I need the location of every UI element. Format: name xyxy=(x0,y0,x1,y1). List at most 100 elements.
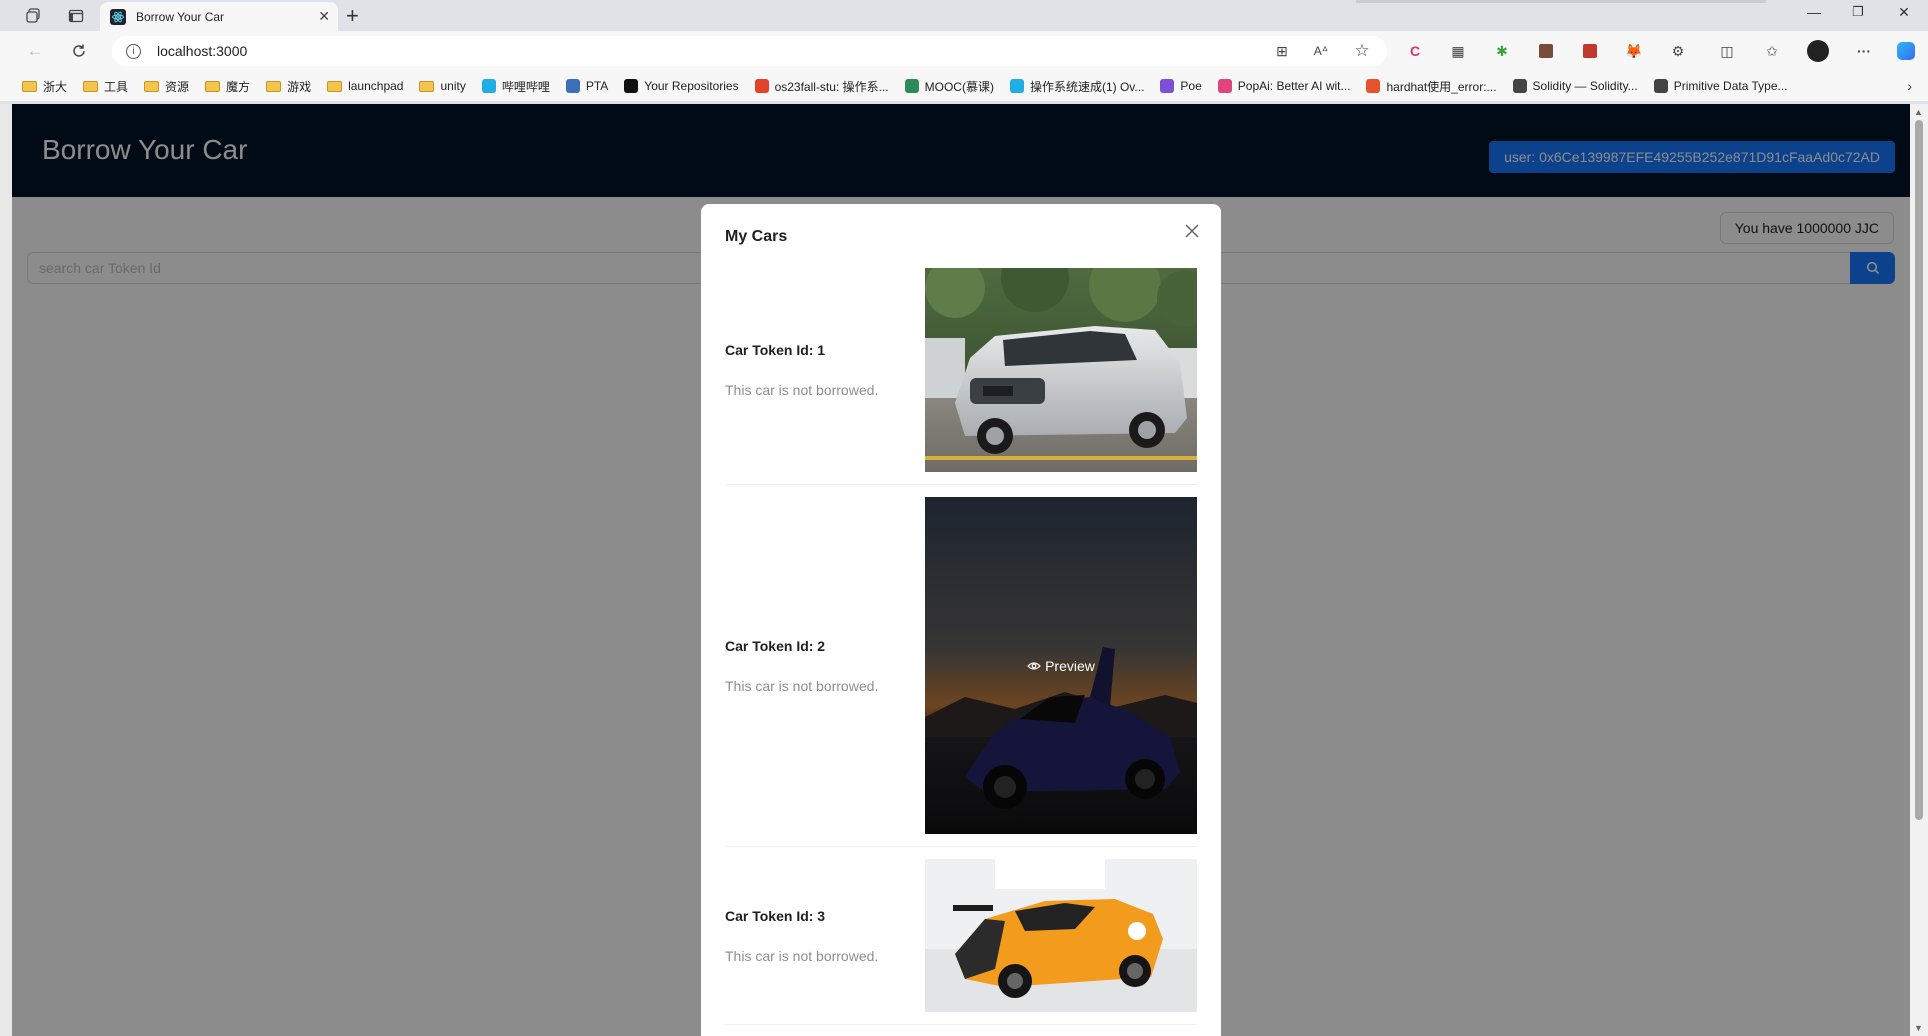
metamask-fox-icon[interactable]: 🦊 xyxy=(1622,39,1646,63)
site-favicon-icon xyxy=(481,79,496,93)
bookmark-item[interactable]: launchpad xyxy=(327,79,403,93)
bookmark-label: 魔方 xyxy=(226,79,251,94)
close-icon[interactable] xyxy=(1181,220,1203,242)
bookmark-item[interactable]: 魔方 xyxy=(205,78,250,95)
site-favicon-icon xyxy=(1160,79,1175,93)
tab-actions-icon[interactable] xyxy=(63,5,89,27)
red-extension-icon[interactable] xyxy=(1578,39,1602,63)
bookmark-label: PopAi: Better AI wit... xyxy=(1237,79,1351,93)
car-borrow-status: This car is not borrowed. xyxy=(725,947,879,964)
site-favicon-icon xyxy=(1653,79,1668,93)
bookmark-item[interactable]: PopAi: Better AI wit... xyxy=(1217,79,1351,93)
extension-grid-icon[interactable]: ▦ xyxy=(1446,39,1470,63)
site-favicon-icon xyxy=(565,79,580,93)
app-available-icon[interactable]: ⊞ xyxy=(1270,39,1294,63)
bookmark-label: PTA xyxy=(585,79,609,93)
bookmark-item[interactable]: MOOC(慕课) xyxy=(904,78,994,95)
restore-icon[interactable]: ❐ xyxy=(1846,4,1870,20)
bookmark-label: 操作系统速成(1) Ov... xyxy=(1029,79,1145,94)
read-aloud-icon[interactable]: Aᐞ xyxy=(1309,39,1333,63)
window-close-icon[interactable]: ✕ xyxy=(1892,4,1916,21)
eye-icon xyxy=(1027,661,1041,670)
profile-avatar[interactable] xyxy=(1806,39,1830,63)
preview-label: Preview xyxy=(1045,657,1095,674)
site-favicon-icon xyxy=(904,79,919,93)
car-borrow-status: This car is not borrowed. xyxy=(725,677,879,694)
green-extension-icon[interactable]: ✱ xyxy=(1490,39,1514,63)
bookmark-item[interactable]: 资源 xyxy=(144,78,189,95)
scroll-down-arrow-icon[interactable]: ▼ xyxy=(1914,1023,1923,1033)
folder-icon xyxy=(144,80,160,92)
bookmark-item[interactable]: 工具 xyxy=(83,78,128,95)
active-tab[interactable]: Borrow Your Car ✕ xyxy=(100,2,338,31)
bookmark-item[interactable]: Solidity — Solidity... xyxy=(1512,79,1638,93)
bookmark-label: hardhat使用_error:... xyxy=(1386,79,1497,94)
bookmark-item[interactable]: unity xyxy=(419,79,466,93)
page-scrollbar[interactable]: ▲ ▼ xyxy=(1910,104,1928,1036)
car-borrow-status: This car is not borrowed. xyxy=(725,382,879,398)
chevron-right-icon[interactable]: › xyxy=(1907,78,1912,94)
bookmark-item[interactable]: Primitive Data Type... xyxy=(1653,79,1788,93)
bookmark-item[interactable]: PTA xyxy=(565,79,609,93)
bookmark-label: 工具 xyxy=(104,79,129,94)
bookmark-label: Your Repositories xyxy=(644,79,739,93)
bookmark-label: 游戏 xyxy=(287,79,312,94)
bookmarks-bar: 浙大 工具 资源 魔方 游戏 launchpad unity 哔哩哔哩 PTA Your Repo… xyxy=(0,71,1928,101)
favorites-collection-icon[interactable]: ✩ xyxy=(1760,39,1784,63)
folder-icon xyxy=(266,80,282,92)
url-field[interactable]: i localhost:3000 xyxy=(112,36,1387,66)
car-list: Car Token Id: 1 This car is not borrowed… xyxy=(725,268,1197,1036)
site-favicon-icon xyxy=(1366,79,1381,93)
bookmark-item[interactable]: os23fall-stu: 操作系... xyxy=(754,78,889,95)
bookmark-item[interactable]: 游戏 xyxy=(266,78,311,95)
car-image-silver-minivan[interactable] xyxy=(925,268,1197,472)
modal-title: My Cars xyxy=(725,228,788,245)
folder-icon xyxy=(205,80,221,92)
minimize-icon[interactable]: — xyxy=(1802,4,1826,20)
car-image-orange-race-car[interactable] xyxy=(925,859,1197,1012)
bookmark-item[interactable]: 哔哩哔哩 xyxy=(481,78,550,95)
car-list-item: Car Token Id: 3 This car is not borrowed… xyxy=(725,859,1197,1025)
scroll-up-arrow-icon[interactable]: ▲ xyxy=(1914,107,1923,117)
folder-icon xyxy=(83,80,99,92)
bookmark-label: MOOC(慕课) xyxy=(924,79,994,94)
browser-tabstrip: Borrow Your Car ✕ + — ❐ ✕ xyxy=(0,0,1928,31)
copilot-icon[interactable] xyxy=(1894,39,1918,63)
new-tab-icon[interactable]: + xyxy=(346,3,359,29)
site-favicon-icon xyxy=(1217,79,1232,93)
app-viewport: Borrow Your Car user: 0x6Ce139987EFE4925… xyxy=(12,104,1910,1036)
bookmark-item[interactable]: 浙大 xyxy=(22,78,67,95)
bookmark-label: os23fall-stu: 操作系... xyxy=(774,79,889,94)
folder-icon xyxy=(419,80,435,92)
c-extension-icon[interactable]: C xyxy=(1403,39,1427,63)
folder-icon xyxy=(22,80,37,92)
back-arrow-icon[interactable]: ← xyxy=(24,40,46,62)
folder-icon xyxy=(327,80,343,92)
car-token-id: Car Token Id: 3 xyxy=(725,907,826,924)
site-info-icon[interactable]: i xyxy=(126,43,141,59)
bookmark-item[interactable]: Your Repositories xyxy=(624,79,739,93)
site-favicon-icon xyxy=(1009,79,1024,93)
reload-icon[interactable] xyxy=(68,40,90,62)
bookmark-item[interactable]: hardhat使用_error:... xyxy=(1366,78,1497,95)
extensions-puzzle-icon[interactable]: ⚙ xyxy=(1666,39,1690,63)
react-favicon-icon xyxy=(110,8,126,25)
site-favicon-icon xyxy=(624,79,639,93)
scrollbar-thumb[interactable] xyxy=(1915,120,1923,820)
my-cars-modal: My Cars Car Token Id: 1 This car is not … xyxy=(701,204,1221,1036)
bookmark-item[interactable]: Poe xyxy=(1160,79,1202,93)
page-left-edge xyxy=(0,104,12,1036)
bookmark-item[interactable]: 操作系统速成(1) Ov... xyxy=(1009,78,1145,95)
avatar-extension-icon[interactable] xyxy=(1534,39,1558,63)
close-tab-icon[interactable]: ✕ xyxy=(318,8,330,25)
car-image-purple-supercar[interactable]: Preview xyxy=(925,497,1197,834)
workspaces-icon[interactable] xyxy=(21,5,47,27)
split-screen-icon[interactable]: ◫ xyxy=(1715,39,1739,63)
favorite-star-icon[interactable]: ☆ xyxy=(1350,39,1374,63)
bookmark-label: Solidity — Solidity... xyxy=(1532,79,1638,93)
more-menu-icon[interactable]: ··· xyxy=(1852,39,1876,63)
site-favicon-icon xyxy=(1512,79,1527,93)
car-token-id: Car Token Id: 2 xyxy=(725,637,826,654)
bookmark-label: 资源 xyxy=(165,79,190,94)
preview-overlay[interactable]: Preview xyxy=(925,497,1197,834)
